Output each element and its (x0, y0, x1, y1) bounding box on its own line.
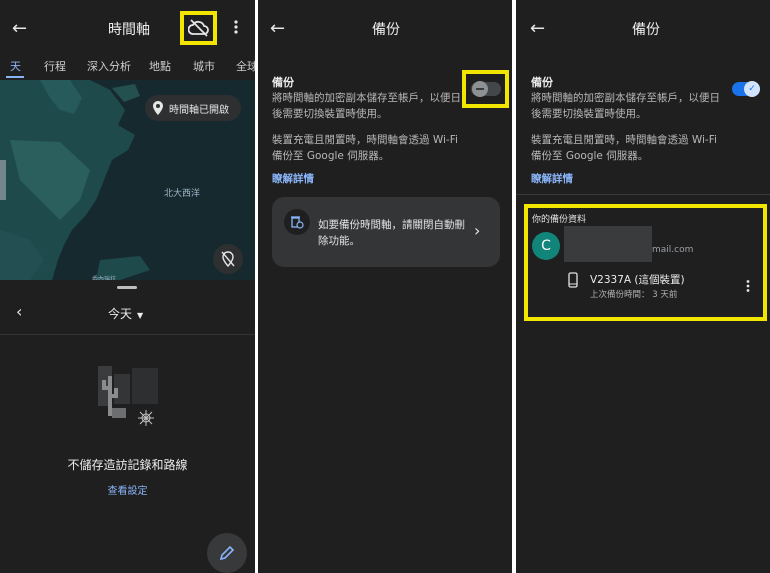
auto-delete-icon (284, 209, 310, 235)
tab-trips[interactable]: 行程 (44, 58, 66, 74)
learn-more-link[interactable]: 瞭解詳情 (272, 171, 314, 186)
divider (0, 334, 255, 335)
tab-day[interactable]: 天 (10, 58, 21, 74)
chip-label: 時間軸已開啟 (169, 104, 229, 116)
location-pin-icon (153, 101, 163, 115)
backup-panel-off: ← 備份 備份 將時間軸的加密副本儲存至帳戶，以便日 後需要切換裝置時使用。 裝… (258, 0, 512, 573)
timeline-panel: ← 時間軸 天 行程 深入分析 地點 城市 全球 時間軸已開啟 北大西洋 委內瑞… (0, 0, 255, 573)
drag-handle[interactable] (117, 286, 137, 289)
bottom-sheet: ‹ 今天 ▼ 不儲存造訪記錄和路線 查看設定 (0, 280, 255, 573)
tab-indicator (6, 76, 24, 78)
check-icon: ✓ (744, 81, 760, 97)
backup-toggle[interactable]: ✓ (732, 81, 760, 97)
back-arrow-icon[interactable]: ← (12, 18, 27, 39)
back-arrow-icon[interactable]: ← (270, 18, 285, 39)
pencil-icon (219, 545, 235, 561)
backup-description: 將時間軸的加密副本儲存至帳戶，以便日 後需要切換裝置時使用。 (531, 92, 720, 120)
day-selector[interactable]: 今天 ▼ (108, 305, 143, 322)
dropdown-icon: ▼ (137, 311, 144, 320)
prev-day-icon[interactable]: ‹ (16, 302, 22, 321)
page-title: 時間軸 (108, 22, 150, 38)
location-off-icon (221, 251, 235, 267)
page-title: 備份 (372, 22, 400, 38)
highlight-box (180, 11, 217, 45)
location-off-button[interactable] (213, 244, 243, 274)
backup-label: 備份 (272, 76, 294, 89)
learn-more-link[interactable]: 瞭解詳情 (531, 171, 573, 186)
edit-fab[interactable] (207, 533, 247, 573)
divider (516, 194, 770, 195)
backup-description: 將時間軸的加密副本儲存至帳戶，以便日 後需要切換裝置時使用。 (272, 92, 461, 120)
highlight-box (462, 70, 509, 108)
charging-description: 裝置充電且閒置時，時間軸會透過 Wi-Fi 備份至 Google 伺服器。 (531, 134, 717, 162)
back-arrow-icon[interactable]: ← (530, 18, 545, 39)
charging-description: 裝置充電且閒置時，時間軸會透過 Wi-Fi 備份至 Google 伺服器。 (272, 134, 458, 162)
highlight-box (524, 204, 767, 321)
settings-link[interactable]: 查看設定 (0, 482, 255, 497)
more-vert-icon[interactable] (233, 19, 239, 35)
empty-illustration (92, 362, 168, 432)
day-label: 今天 (108, 307, 133, 321)
tab-insights[interactable]: 深入分析 (87, 58, 131, 74)
backup-label: 備份 (531, 76, 553, 89)
ocean-label: 北大西洋 (164, 189, 201, 199)
timeline-on-chip[interactable]: 時間軸已開啟 (145, 95, 241, 121)
card-text: 如要備份時間軸，請關閉自動刪 除功能。 (318, 219, 465, 247)
page-title: 備份 (632, 22, 660, 38)
tab-world[interactable]: 全球 (236, 58, 255, 74)
backup-panel-on: ← 備份 備份 將時間軸的加密副本儲存至帳戶，以便日 後需要切換裝置時使用。 ✓… (516, 0, 770, 573)
tab-places[interactable]: 地點 (149, 58, 171, 74)
empty-message: 不儲存造訪記錄和路線 (67, 458, 188, 472)
tab-cities[interactable]: 城市 (193, 58, 215, 74)
chevron-right-icon: › (474, 221, 481, 240)
auto-delete-card[interactable]: 如要備份時間軸，請關閉自動刪 除功能。 › (272, 197, 500, 267)
